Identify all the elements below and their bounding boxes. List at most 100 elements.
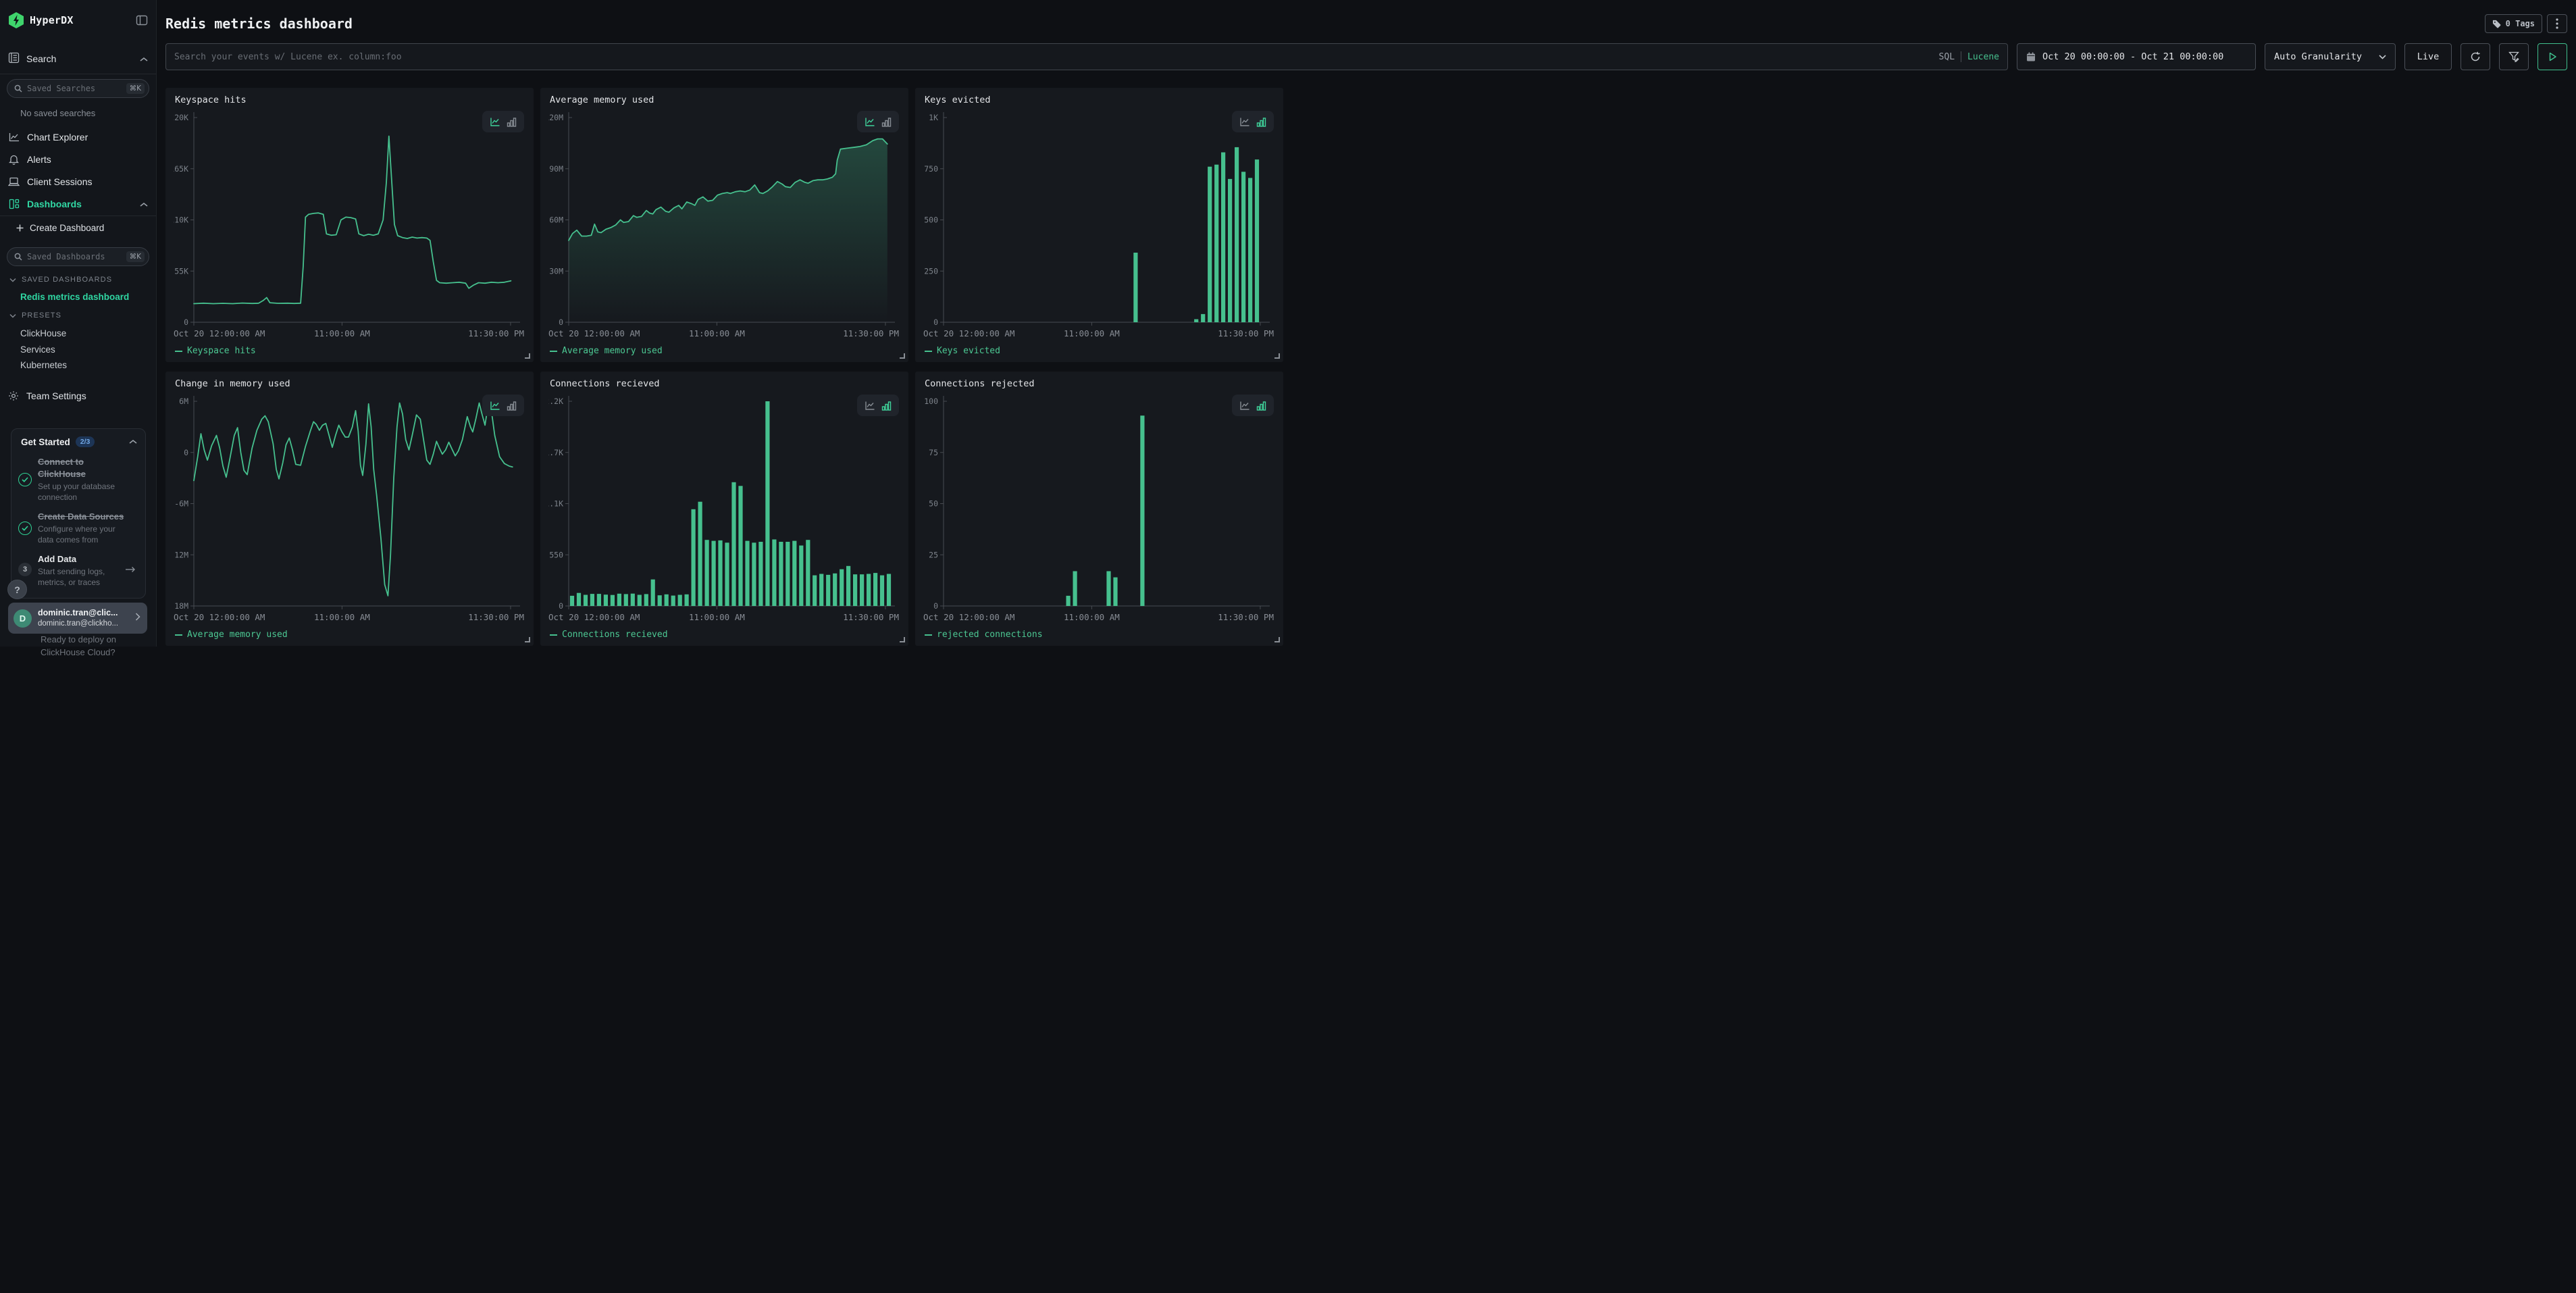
svg-text:11:00:00 AM: 11:00:00 AM [314, 612, 370, 620]
line-chart-toggle-icon[interactable] [865, 117, 875, 127]
line-chart-toggle-icon[interactable] [865, 401, 875, 411]
line-chart-toggle-icon[interactable] [490, 401, 500, 411]
svg-text:-12M: -12M [174, 550, 188, 559]
svg-text:Oct 20 12:00:00 AM: Oct 20 12:00:00 AM [174, 328, 265, 336]
get-started-step-connect[interactable]: Connect to ClickHouse Set up your databa… [18, 456, 137, 503]
sidebar-item-redis-dashboard[interactable]: Redis metrics dashboard [20, 292, 129, 302]
resize-handle[interactable] [525, 353, 530, 359]
dashboard-menu-button[interactable] [2547, 14, 2567, 33]
sidebar-item-alerts[interactable]: Alerts [0, 148, 156, 170]
presets-header[interactable]: PRESETS [9, 311, 61, 320]
svg-text:60M: 60M [549, 216, 563, 225]
svg-text:11:00:00 AM: 11:00:00 AM [689, 328, 745, 336]
sidebar-item-kubernetes[interactable]: Kubernetes [20, 360, 67, 370]
get-started-card: Get Started 2/3 Connect to ClickHouse Se… [11, 428, 146, 599]
search-section-label: Search [26, 53, 56, 64]
kebab-menu-icon [2556, 18, 2558, 29]
granularity-value: Auto Granularity [2274, 51, 2362, 62]
dashboard-grid: Keyspace hits 220K165K110K55K0Oct 20 12:… [165, 88, 1283, 646]
get-started-step-add-data[interactable]: 3 Add Data Start sending logs, metrics, … [18, 553, 137, 588]
panel-title: Change in memory used [175, 378, 290, 389]
deploy-footnote: Ready to deploy on ClickHouse Cloud? [41, 634, 116, 659]
line-chart-toggle-icon[interactable] [490, 117, 500, 127]
svg-text:1.1K: 1.1K [548, 499, 563, 509]
chart-canvas: 1K7505002500Oct 20 12:00:00 AM11:00:00 A… [923, 107, 1275, 336]
line-chart-toggle-icon[interactable] [1239, 401, 1250, 411]
sql-toggle[interactable]: SQL [1939, 52, 1955, 62]
step-subtitle: Configure where your data comes from [38, 524, 127, 545]
svg-text:11:30:00 PM: 11:30:00 PM [468, 612, 524, 620]
check-circle-icon [18, 473, 32, 486]
svg-text:11:30:00 PM: 11:30:00 PM [843, 612, 899, 620]
chart-type-toggle [1232, 395, 1274, 416]
live-button[interactable]: Live [2404, 43, 2452, 70]
step-title: Create Data Sources [38, 511, 124, 522]
saved-dashboards-header[interactable]: SAVED DASHBOARDS [9, 276, 112, 284]
help-button[interactable]: ? [7, 580, 27, 599]
event-search-field: SQL Lucene [165, 43, 2008, 70]
laptop-icon [8, 177, 20, 186]
svg-text:Oct 20 12:00:00 AM: Oct 20 12:00:00 AM [548, 612, 640, 620]
bar-chart-toggle-icon[interactable] [507, 117, 517, 127]
chart-type-toggle [857, 111, 899, 132]
resize-handle[interactable] [900, 637, 905, 642]
sidebar: HyperDX Search ⌘K No saved searches Char… [0, 0, 157, 646]
sidebar-collapse-icon[interactable] [136, 14, 148, 26]
svg-text:11:00:00 AM: 11:00:00 AM [314, 328, 370, 336]
legend-marker [925, 351, 932, 352]
bar-chart-toggle-icon[interactable] [1256, 401, 1266, 411]
tags-button[interactable]: 0 Tags [2485, 14, 2542, 33]
step-number-badge: 3 [18, 563, 32, 576]
sidebar-item-services[interactable]: Services [20, 345, 55, 355]
refresh-button[interactable] [2461, 43, 2490, 70]
resize-handle[interactable] [1274, 637, 1280, 642]
get-started-step-sources[interactable]: Create Data Sources Configure where your… [18, 511, 137, 545]
event-search-input[interactable] [174, 52, 1932, 62]
chart-line-icon [8, 132, 20, 142]
arrow-right-icon [125, 564, 136, 576]
run-query-button[interactable] [2538, 43, 2567, 70]
filter-button[interactable] [2499, 43, 2529, 70]
search-section-icon [8, 52, 20, 66]
create-dashboard-button[interactable]: Create Dashboard [16, 223, 104, 233]
svg-text:-18M: -18M [174, 601, 188, 611]
svg-text:750: 750 [924, 164, 938, 174]
svg-text:2.2K: 2.2K [548, 397, 563, 406]
gear-icon [8, 390, 19, 401]
user-menu[interactable]: D dominic.tran@clic... dominic.tran@clic… [8, 603, 147, 634]
chevron-up-icon[interactable] [129, 436, 137, 448]
bar-chart-toggle-icon[interactable] [507, 401, 517, 411]
sidebar-item-clickhouse[interactable]: ClickHouse [20, 328, 66, 338]
granularity-select[interactable]: Auto Granularity [2265, 43, 2396, 70]
refresh-icon [2470, 51, 2481, 62]
legend-marker [175, 351, 182, 352]
saved-searches-input[interactable] [27, 84, 122, 93]
bar-chart-toggle-icon[interactable] [881, 117, 892, 127]
panel-average-memory: Average memory used 120M90M60M30M0Oct 20… [540, 88, 908, 362]
shortcut-badge: ⌘K [126, 251, 145, 262]
resize-handle[interactable] [900, 353, 905, 359]
saved-searches-search: ⌘K [7, 79, 149, 98]
chart-legend: Connections recieved [550, 630, 668, 640]
sidebar-item-dashboards[interactable]: Dashboards [0, 193, 156, 215]
sidebar-section-search[interactable]: Search [8, 50, 148, 68]
panel-title: Connections recieved [550, 378, 660, 389]
bar-chart-toggle-icon[interactable] [1256, 117, 1266, 127]
time-range-picker[interactable]: Oct 20 00:00:00 - Oct 21 00:00:00 [2017, 43, 2256, 70]
chart-canvas: 1007550250Oct 20 12:00:00 AM11:00:00 AM1… [923, 390, 1275, 620]
line-chart-toggle-icon[interactable] [1239, 117, 1250, 127]
svg-text:120M: 120M [548, 113, 563, 122]
svg-text:50: 50 [929, 499, 938, 509]
legend-marker [925, 634, 932, 636]
svg-text:6M: 6M [179, 397, 188, 406]
sidebar-item-team-settings[interactable]: Team Settings [8, 390, 86, 401]
saved-dashboards-search: ⌘K [7, 247, 149, 266]
saved-dashboards-input[interactable] [27, 252, 122, 261]
sidebar-item-chart-explorer[interactable]: Chart Explorer [0, 126, 156, 148]
lucene-toggle[interactable]: Lucene [1967, 52, 1999, 62]
svg-text:11:00:00 AM: 11:00:00 AM [689, 612, 745, 620]
resize-handle[interactable] [525, 637, 530, 642]
resize-handle[interactable] [1274, 353, 1280, 359]
sidebar-item-client-sessions[interactable]: Client Sessions [0, 170, 156, 193]
bar-chart-toggle-icon[interactable] [881, 401, 892, 411]
